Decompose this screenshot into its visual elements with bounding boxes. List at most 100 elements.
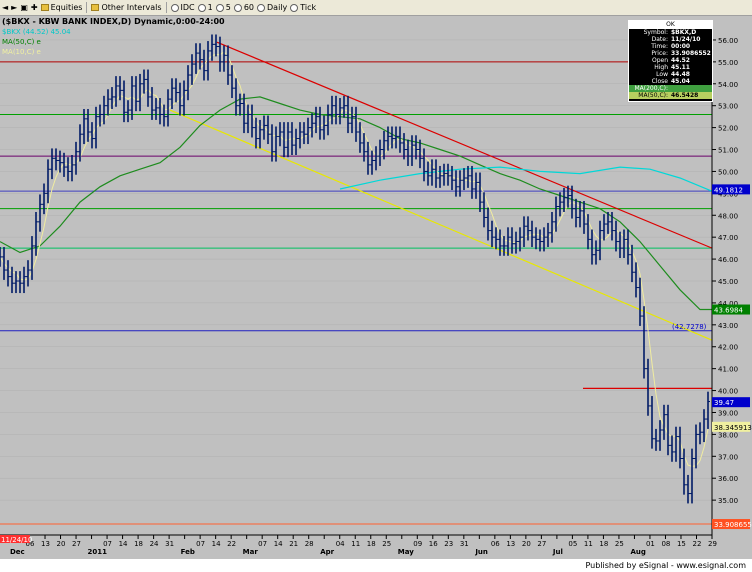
separator [86,2,88,13]
forward-icon[interactable]: ► [11,3,17,12]
y-tick-label: 43.00 [718,322,738,330]
x-tick-label: 16 [429,540,438,548]
interval-5[interactable]: 5 [215,3,231,12]
dw-row-symbol: Symbol: $BKX,D [643,29,697,36]
x-tick-label: Feb [181,548,195,556]
x-tick-label: 13 [41,540,50,548]
y-tick-label: 54.00 [718,81,738,89]
x-tick-label: 01 [646,540,655,548]
x-tick-label: 15 [677,540,686,548]
interval-idc[interactable]: IDC [170,3,195,12]
add-icon[interactable]: ✚ [31,3,38,12]
x-tick-label: 20 [522,540,531,548]
price-label: 49.1812 [714,186,743,194]
interval-1[interactable]: 1 [197,3,213,12]
x-tick-label: 27 [537,540,546,548]
price-chart[interactable]: 35.00 36.00 37.00 38.00 39.00 40.00 41.00 42.00… [0,27,752,559]
interval-icon [233,3,242,12]
interval-icon [215,3,224,12]
x-tick-label: Dec [10,548,25,556]
interval-icon [257,3,265,12]
data-window-header: OK [629,21,712,29]
x-tick-label: 14 [212,540,221,548]
x-tick-label: 18 [134,540,143,548]
y-tick-label: 47.00 [718,234,738,242]
back-icon[interactable]: ◄ [2,3,8,12]
interval-icon [170,3,179,12]
dw-row-time: Time: 00:00 [651,43,691,50]
y-tick-label: 41.00 [718,366,738,374]
interval-daily[interactable]: Daily [257,3,287,12]
folder-icon [40,4,49,11]
x-tick-label: May [398,548,414,556]
separator [165,2,167,13]
x-tick-label: 29 [708,540,717,548]
x-tick-label: 07 [258,540,267,548]
price-label: 43.6984 [714,307,743,315]
y-tick-label: 45.00 [718,278,738,286]
x-tick-label: 28 [305,540,314,548]
x-tick-label: 21 [289,540,298,548]
interval-icon [290,3,299,12]
y-axis: 35.00 36.00 37.00 38.00 39.00 40.00 41.00 42.00… [711,27,752,559]
new-page-icon[interactable]: ▣ [20,3,28,12]
x-tick-label: 18 [367,540,376,548]
interval-tick[interactable]: Tick [290,3,316,12]
dw-row-high: High 45.11 [654,64,690,71]
interval-label: 60 [243,3,254,12]
y-tick-label: 42.00 [718,344,738,352]
y-tick-label: 55.00 [718,59,738,67]
x-tick-label: 31 [165,540,174,548]
y-tick-label: 38.00 [718,431,738,439]
x-tick-label: 07 [103,540,112,548]
dw-row-ma200: MA(200,C): [629,85,712,92]
price-label: 38.345913 [714,424,752,432]
y-tick-label: 48.00 [718,212,738,220]
y-tick-label: 46.00 [718,256,738,264]
y-tick-label: 51.00 [718,147,738,155]
x-tick-label: Jul [552,548,563,556]
x-tick-label: 07 [196,540,205,548]
y-tick-label: 39.00 [718,409,738,417]
interval-label: 1 [207,3,213,12]
menu-label: Equities [50,3,83,12]
dw-row-price: Price: 33.9086552 [651,50,711,57]
x-tick-label: 2011 [88,548,108,556]
x-tick-label: 06 [491,540,500,548]
dw-row-low: Low 44.48 [656,71,690,78]
y-tick-label: 37.00 [718,453,738,461]
interval-icon [197,3,206,12]
legend-entry: MA(50,C) e [2,38,41,46]
interval-label: IDC [180,3,195,12]
x-tick-label: 23 [444,540,453,548]
y-tick-label: 50.00 [718,168,738,176]
y-tick-label: 56.00 [718,37,738,45]
interval-60[interactable]: 60 [233,3,254,12]
menu-item-other-intervals[interactable]: Other Intervals [91,3,162,12]
dw-row-close: Close 45.04 [651,78,690,85]
x-tick-label: 09 [413,540,422,548]
interval-label: 5 [225,3,231,12]
x-tick-label: 22 [692,540,701,548]
dw-row-ma50: MA(50,C): 46.5428 [629,92,712,99]
menu-item-equities[interactable]: Equities [40,3,83,12]
x-tick-label: Jun [474,548,488,556]
x-tick-label: 31 [460,540,469,548]
x-tick-label: 14 [274,540,283,548]
date-label: 11/24/10 [1,536,32,544]
menu-label: Other Intervals [101,3,162,12]
x-tick-label: 25 [382,540,391,548]
x-tick-label: 25 [615,540,624,548]
x-tick-label: 22 [227,540,236,548]
y-tick-label: 35.00 [718,497,738,505]
x-tick-label: Aug [630,548,645,556]
x-tick-label: 18 [599,540,608,548]
annotation: (42.7278) [672,323,707,331]
data-window[interactable]: OK Symbol: $BKX,D Date: 11/24/10 Time: 00:0… [628,20,713,102]
interval-label: Tick [300,3,317,12]
legend-entry: MA(10,C) e [2,48,41,56]
x-tick-label: 05 [568,540,577,548]
x-tick-label: 14 [119,540,128,548]
x-tick-label: 24 [150,540,159,548]
x-tick-label: 08 [661,540,670,548]
